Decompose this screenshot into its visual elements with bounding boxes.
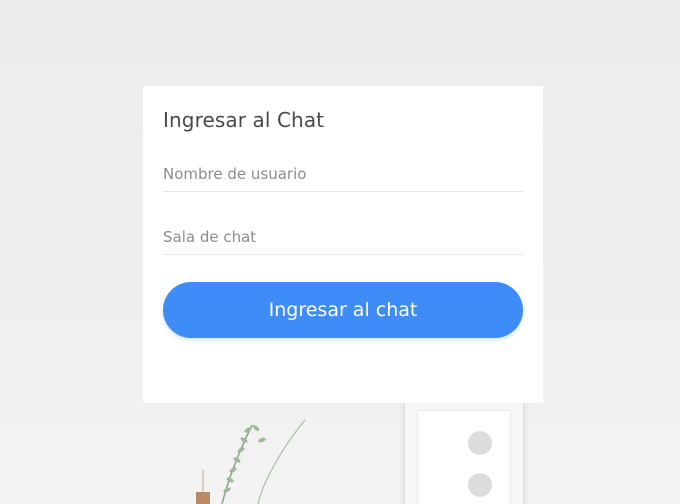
picture-frame-inner — [417, 410, 511, 504]
chat-room-input[interactable] — [163, 223, 523, 251]
frame-decor-circle — [468, 431, 492, 455]
room-field-wrapper — [163, 223, 523, 255]
username-field-wrapper — [163, 160, 523, 192]
username-input[interactable] — [163, 160, 523, 188]
login-title: Ingresar al Chat — [163, 108, 325, 132]
frame-decor-circle — [468, 473, 492, 497]
picture-frame — [403, 398, 525, 504]
login-card: Ingresar al Chat Ingresar al chat — [143, 86, 543, 403]
join-chat-button[interactable]: Ingresar al chat — [163, 282, 523, 338]
